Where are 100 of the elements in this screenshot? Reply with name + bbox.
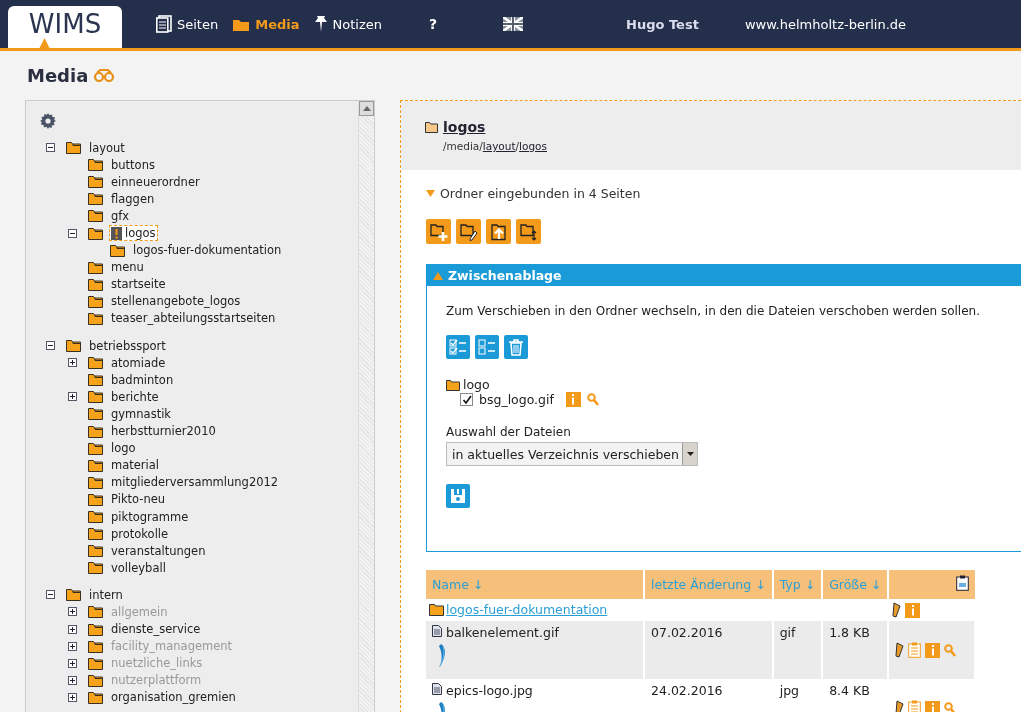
folder-icon xyxy=(88,561,103,575)
folder-tree-item[interactable]: gymnastik xyxy=(109,405,173,422)
folder-icon xyxy=(88,656,103,670)
folder-tree-item[interactable]: flaggen xyxy=(109,190,157,207)
folder-tree-item[interactable]: gfx xyxy=(109,207,132,224)
expand-toggle[interactable] xyxy=(68,392,77,402)
pencil-icon[interactable] xyxy=(895,642,905,658)
flag-icon[interactable] xyxy=(503,17,524,31)
folder-tree-item[interactable]: veranstaltungen xyxy=(109,542,208,559)
move-folder-button[interactable] xyxy=(516,219,541,244)
folder-tree-item[interactable]: dienste_service xyxy=(109,621,203,638)
folder-tree-item[interactable]: intern xyxy=(87,586,125,603)
folder-tree-item[interactable]: buttons xyxy=(109,156,157,173)
folder-tree-item[interactable]: einneuerordner xyxy=(109,173,202,190)
file-name: bsg_logo.gif xyxy=(479,392,554,407)
folder-tree-item[interactable]: badminton xyxy=(109,371,176,388)
folder-tree-item[interactable]: protokolle xyxy=(109,525,171,542)
site-link[interactable]: www.helmholtz-berlin.de xyxy=(744,16,907,32)
expand-toggle[interactable] xyxy=(68,624,77,634)
folder-icon xyxy=(88,356,103,370)
logo-tab[interactable]: WIMS xyxy=(8,6,122,48)
folder-icon xyxy=(88,622,103,636)
folder-tree-item[interactable]: piktogramme xyxy=(109,508,191,525)
arrow-up-icon xyxy=(362,106,371,111)
folder-tree-item[interactable]: logos xyxy=(109,225,158,241)
trash-button[interactable] xyxy=(504,335,528,359)
folder-tree-item[interactable]: teaser_abteilungsstartseiten xyxy=(109,310,278,327)
folder-icon xyxy=(88,294,103,308)
nav-tab[interactable]: Media xyxy=(232,16,300,32)
folder-tree-item[interactable]: stellenangebote_logos xyxy=(109,293,243,310)
folder-tree-item[interactable]: menu xyxy=(109,259,146,276)
folder-icon xyxy=(88,544,103,558)
folder-tree-item[interactable]: layout xyxy=(87,139,127,156)
folder-tree-item[interactable]: volleyball xyxy=(109,559,168,576)
help-link[interactable]: ? xyxy=(428,16,438,32)
breadcrumb-separator: / xyxy=(515,140,520,152)
folder-tree-item[interactable]: herbstturnier2010 xyxy=(109,423,218,440)
folder-tree-item[interactable]: logo xyxy=(109,440,138,457)
breadcrumb-link[interactable]: layout xyxy=(482,140,516,152)
expand-toggle[interactable] xyxy=(68,358,77,368)
folder-icon xyxy=(88,475,103,489)
pencil-icon[interactable] xyxy=(892,602,902,618)
expand-toggle[interactable] xyxy=(68,228,77,238)
folder-icon xyxy=(88,492,103,506)
settings-icon[interactable] xyxy=(40,113,56,129)
nav-tab[interactable]: Notizen xyxy=(313,15,382,33)
scroll-up-button[interactable] xyxy=(359,101,374,116)
scrollbar[interactable] xyxy=(358,101,374,712)
pencil-icon[interactable] xyxy=(895,700,905,712)
clipboard-icon[interactable] xyxy=(908,700,922,712)
breadcrumb-separator: /media/ xyxy=(443,140,483,152)
folder-name-link[interactable]: logos xyxy=(443,119,486,135)
folder-icon xyxy=(88,226,103,240)
table-cell: 07.02.2016 xyxy=(644,621,773,679)
folder-icon xyxy=(88,424,103,438)
folder-tree-item[interactable]: betriebssport xyxy=(87,337,168,354)
expand-toggle[interactable] xyxy=(68,692,77,702)
folder-icon xyxy=(88,441,103,455)
folder-icon xyxy=(88,373,103,387)
select-label: Auswahl der Dateien xyxy=(446,425,572,439)
table-cell: gif xyxy=(772,621,823,679)
folder-icon xyxy=(88,527,103,541)
folder-tree-item[interactable]: startseite xyxy=(109,276,168,293)
folder-tree-item[interactable]: organisation_gremien xyxy=(109,689,238,706)
folder-tree-item[interactable]: Pikto-neu xyxy=(109,491,168,508)
breadcrumb-link[interactable]: logos xyxy=(519,140,547,152)
folder-icon xyxy=(66,141,81,155)
folder-tree-item[interactable]: material xyxy=(109,457,161,474)
user-name[interactable]: Hugo Test xyxy=(626,16,699,32)
folder-icon xyxy=(88,390,103,404)
clipboard-icon[interactable] xyxy=(908,642,922,658)
action-dropdown[interactable]: in aktuelles Verzeichnis verschieben xyxy=(446,442,698,466)
logo: WIMS xyxy=(28,11,102,37)
save-button[interactable] xyxy=(446,484,470,508)
expand-toggle[interactable] xyxy=(46,143,55,153)
file-name[interactable]: balkenelement.gif xyxy=(446,625,559,640)
folder-tree-item[interactable]: berichte xyxy=(109,388,161,405)
file-name[interactable]: epics-logo.jpg xyxy=(446,683,533,698)
folder-icon xyxy=(88,277,103,291)
select-all-button[interactable] xyxy=(446,335,470,359)
folder-tree-item[interactable]: logos-fuer-dokumentation xyxy=(131,242,284,259)
file-icon xyxy=(432,683,442,695)
folder-icon xyxy=(88,192,103,206)
expand-toggle[interactable] xyxy=(46,590,55,600)
upload-button[interactable] xyxy=(486,219,511,244)
folder-icon xyxy=(88,312,103,325)
folder-icon xyxy=(446,378,460,391)
rename-folder-button[interactable] xyxy=(456,219,481,244)
page-icon[interactable] xyxy=(156,15,172,33)
clipboard-icon[interactable] xyxy=(956,575,970,591)
usage-toggle[interactable]: Ordner eingebunden in 4 Seiten xyxy=(440,186,641,201)
folder-icon xyxy=(110,243,125,257)
new-folder-button[interactable] xyxy=(426,219,451,244)
expand-toggle[interactable] xyxy=(46,341,55,351)
clipboard-folder: logo xyxy=(463,377,490,392)
file-checkbox[interactable] xyxy=(460,393,473,406)
folder-tree-item[interactable]: mitgliederversammlung2012 xyxy=(109,474,281,491)
triangle-icon xyxy=(433,271,443,280)
folder-tree-item[interactable]: atomiade xyxy=(109,354,168,371)
nav-tab[interactable]: Seiten xyxy=(156,15,219,33)
